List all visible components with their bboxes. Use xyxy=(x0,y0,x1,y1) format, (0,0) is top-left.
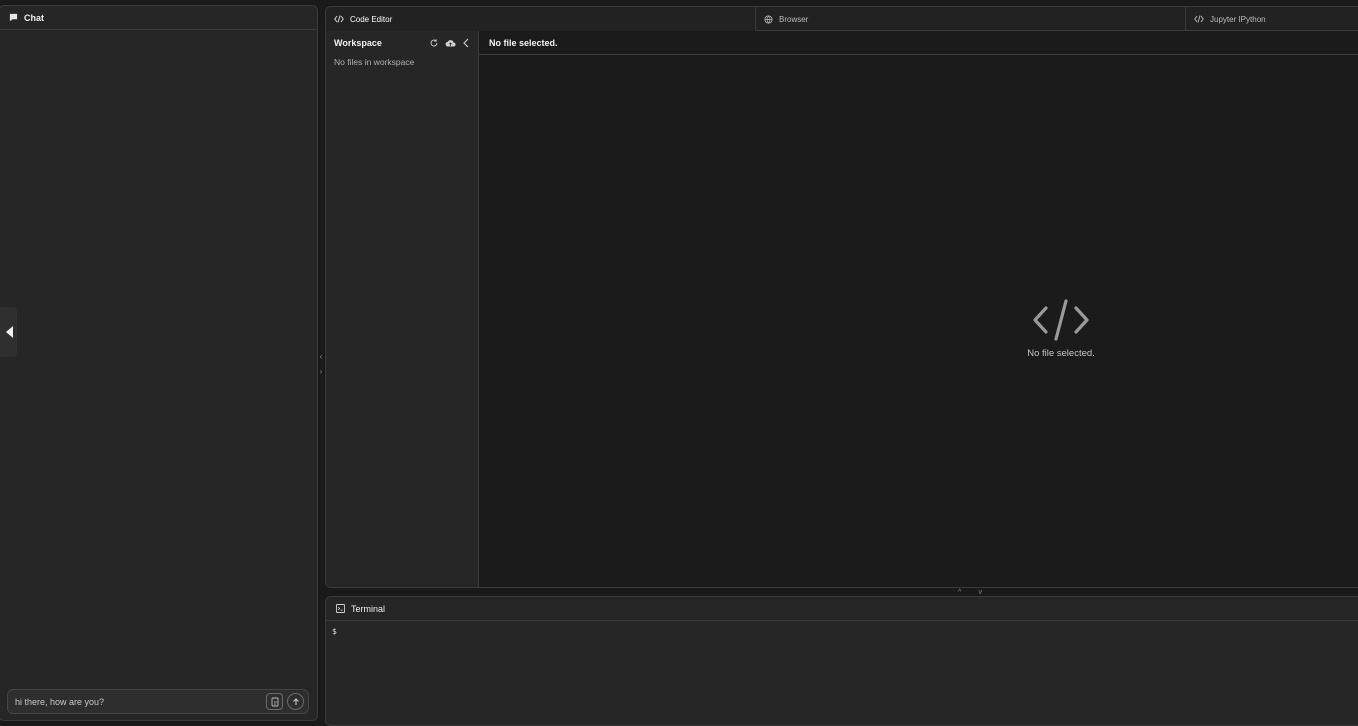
editor-main: No file selected. No file selected. xyxy=(479,31,1358,587)
terminal-icon xyxy=(336,604,345,613)
editor-file-header: No file selected. xyxy=(479,31,1358,55)
chevron-right-icon: › xyxy=(319,367,323,376)
workspace-title: Workspace xyxy=(334,38,382,48)
code-icon xyxy=(1194,15,1204,23)
chat-header: Chat xyxy=(0,6,317,30)
tab-jupyter-ipython[interactable]: Jupyter IPython xyxy=(1186,7,1358,31)
chat-input[interactable] xyxy=(15,696,266,707)
chat-panel: Chat xyxy=(0,5,318,721)
chevron-down-icon: v xyxy=(978,588,983,596)
chat-bubble-icon xyxy=(9,13,18,22)
workspace-sidebar: Workspace No files in workspace xyxy=(326,31,479,587)
vertical-resize-handle[interactable]: ^ v xyxy=(958,588,982,596)
chevron-left-icon[interactable] xyxy=(462,38,470,48)
chat-title: Chat xyxy=(24,12,44,23)
horizontal-resize-handle[interactable]: ‹ › xyxy=(317,352,325,376)
tab-label: Browser xyxy=(779,14,809,24)
tab-label: Jupyter IPython xyxy=(1210,14,1266,24)
triangle-left-icon xyxy=(5,326,13,338)
terminal-output[interactable]: $ xyxy=(326,621,1358,636)
code-icon xyxy=(1033,299,1089,341)
chevron-up-icon: ^ xyxy=(958,588,962,596)
editor-empty-state: No file selected. xyxy=(1011,298,1111,359)
refresh-icon[interactable] xyxy=(429,38,439,48)
workspace-header: Workspace xyxy=(326,31,478,55)
chevron-left-icon: ‹ xyxy=(319,352,323,361)
code-icon xyxy=(334,15,344,23)
tab-label: Code Editor xyxy=(350,14,393,24)
chat-input-box[interactable] xyxy=(7,689,309,714)
tab-bar: Code Editor Browser Jupyter IPython xyxy=(326,7,1358,31)
collapse-sidebar-button[interactable] xyxy=(0,307,17,357)
attach-file-button[interactable] xyxy=(266,693,283,710)
send-button[interactable] xyxy=(287,693,304,710)
editor-panel: Code Editor Browser Jupyter IPython Work… xyxy=(325,6,1358,588)
cloud-upload-icon[interactable] xyxy=(445,39,456,48)
tab-browser[interactable]: Browser xyxy=(756,7,1186,31)
terminal-title: Terminal xyxy=(351,603,386,614)
attach-file-icon xyxy=(271,697,278,706)
arrow-up-icon xyxy=(292,697,299,705)
terminal-panel: Terminal $ xyxy=(325,596,1358,726)
globe-icon xyxy=(764,14,773,24)
tab-code-editor[interactable]: Code Editor xyxy=(326,7,756,31)
workspace-empty-text: No files in workspace xyxy=(334,57,415,67)
empty-state-text: No file selected. xyxy=(1027,348,1095,359)
terminal-header: Terminal xyxy=(326,597,1358,621)
